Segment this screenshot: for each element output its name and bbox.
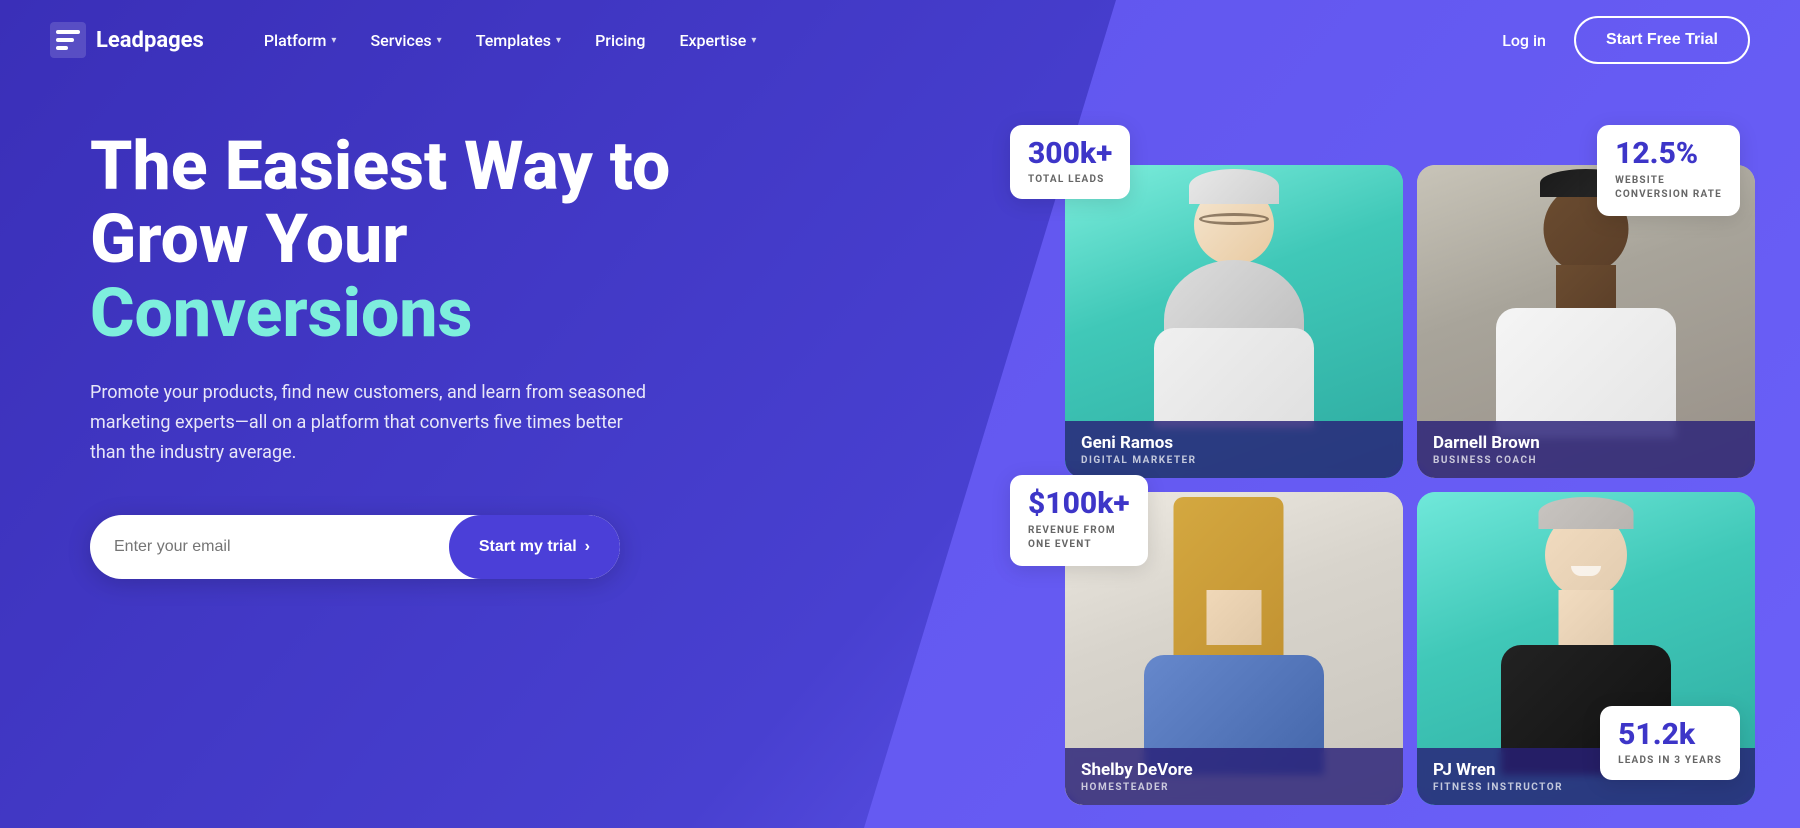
nav-platform-label: Platform (264, 31, 327, 50)
nav-services-label: Services (370, 31, 431, 50)
darnell-name-tag: Darnell Brown Business Coach (1417, 421, 1755, 478)
nav-item-platform[interactable]: Platform ▾ (248, 23, 353, 58)
nav-templates-label: Templates (476, 31, 551, 50)
stat-300k-value: 300k+ (1028, 139, 1112, 169)
geni-name-tag: Geni Ramos Digital Marketer (1065, 421, 1403, 478)
nav-item-services[interactable]: Services ▾ (354, 23, 457, 58)
shelby-name-tag: Shelby DeVore Homesteader (1065, 748, 1403, 805)
chevron-down-icon: ▾ (556, 35, 561, 46)
leadpages-logo-icon (50, 22, 86, 58)
start-free-trial-button[interactable]: Start Free Trial (1574, 16, 1750, 64)
profile-card-geni: Geni Ramos Digital Marketer (1065, 165, 1403, 478)
geni-name: Geni Ramos (1081, 433, 1387, 453)
stat-512k-label: Leads In 3 Years (1618, 755, 1722, 766)
darnell-title: Business Coach (1433, 455, 1739, 466)
navbar: Leadpages Platform ▾ Services ▾ Template… (0, 0, 1800, 80)
chevron-down-icon: ▾ (331, 35, 336, 46)
pj-title: Fitness Instructor (1433, 782, 1739, 793)
stat-300k-bubble: 300k+ Total Leads (1010, 125, 1130, 199)
geni-title: Digital Marketer (1081, 455, 1387, 466)
login-link[interactable]: Log in (1502, 31, 1546, 50)
arrow-right-icon: › (585, 538, 590, 556)
stat-125-value: 12.5% (1615, 139, 1722, 169)
cta-label: Start my trial (479, 538, 577, 556)
darnell-name: Darnell Brown (1433, 433, 1739, 453)
chevron-down-icon: ▾ (437, 35, 442, 46)
shelby-title: Homesteader (1081, 782, 1387, 793)
stat-100k-value: $100k+ (1028, 489, 1130, 519)
nav-pricing-label: Pricing (595, 31, 645, 50)
stat-512k-value: 51.2k (1618, 720, 1722, 750)
logo[interactable]: Leadpages (50, 22, 204, 58)
cta-form: Start my trial › (90, 515, 620, 579)
chevron-down-icon: ▾ (751, 35, 756, 46)
nav-item-pricing[interactable]: Pricing (579, 23, 661, 58)
nav-right: Log in Start Free Trial (1502, 16, 1750, 64)
profile-grid: 300k+ Total Leads 12.5% WEBSITECONVERSIO… (1025, 105, 1755, 805)
nav-item-expertise[interactable]: Expertise ▾ (663, 23, 772, 58)
stat-100k-bubble: $100k+ REVENUE FROMONE EVENT (1010, 475, 1148, 566)
nav-item-templates[interactable]: Templates ▾ (460, 23, 577, 58)
logo-text: Leadpages (96, 28, 204, 53)
headline-line2: Grow Your (90, 199, 408, 279)
shelby-name: Shelby DeVore (1081, 760, 1387, 780)
stat-100k-label: REVENUE FROMONE EVENT (1028, 524, 1130, 552)
stat-300k-label: Total Leads (1028, 174, 1112, 185)
hero-subtext: Promote your products, find new customer… (90, 378, 650, 467)
hero-headline: The Easiest Way to Grow Your Conversions (90, 130, 770, 350)
stat-125-bubble: 12.5% WEBSITECONVERSION RATE (1597, 125, 1740, 216)
stat-125-label: WEBSITECONVERSION RATE (1615, 174, 1722, 202)
email-input[interactable] (90, 538, 449, 556)
start-trial-button[interactable]: Start my trial › (449, 515, 620, 579)
nav-expertise-label: Expertise (679, 31, 746, 50)
headline-line1: The Easiest Way to (90, 126, 670, 206)
stat-512k-bubble: 51.2k Leads In 3 Years (1600, 706, 1740, 780)
headline-accent: Conversions (90, 273, 472, 353)
nav-links: Platform ▾ Services ▾ Templates ▾ Pricin… (248, 23, 773, 58)
hero-left-content: The Easiest Way to Grow Your Conversions… (90, 130, 770, 579)
